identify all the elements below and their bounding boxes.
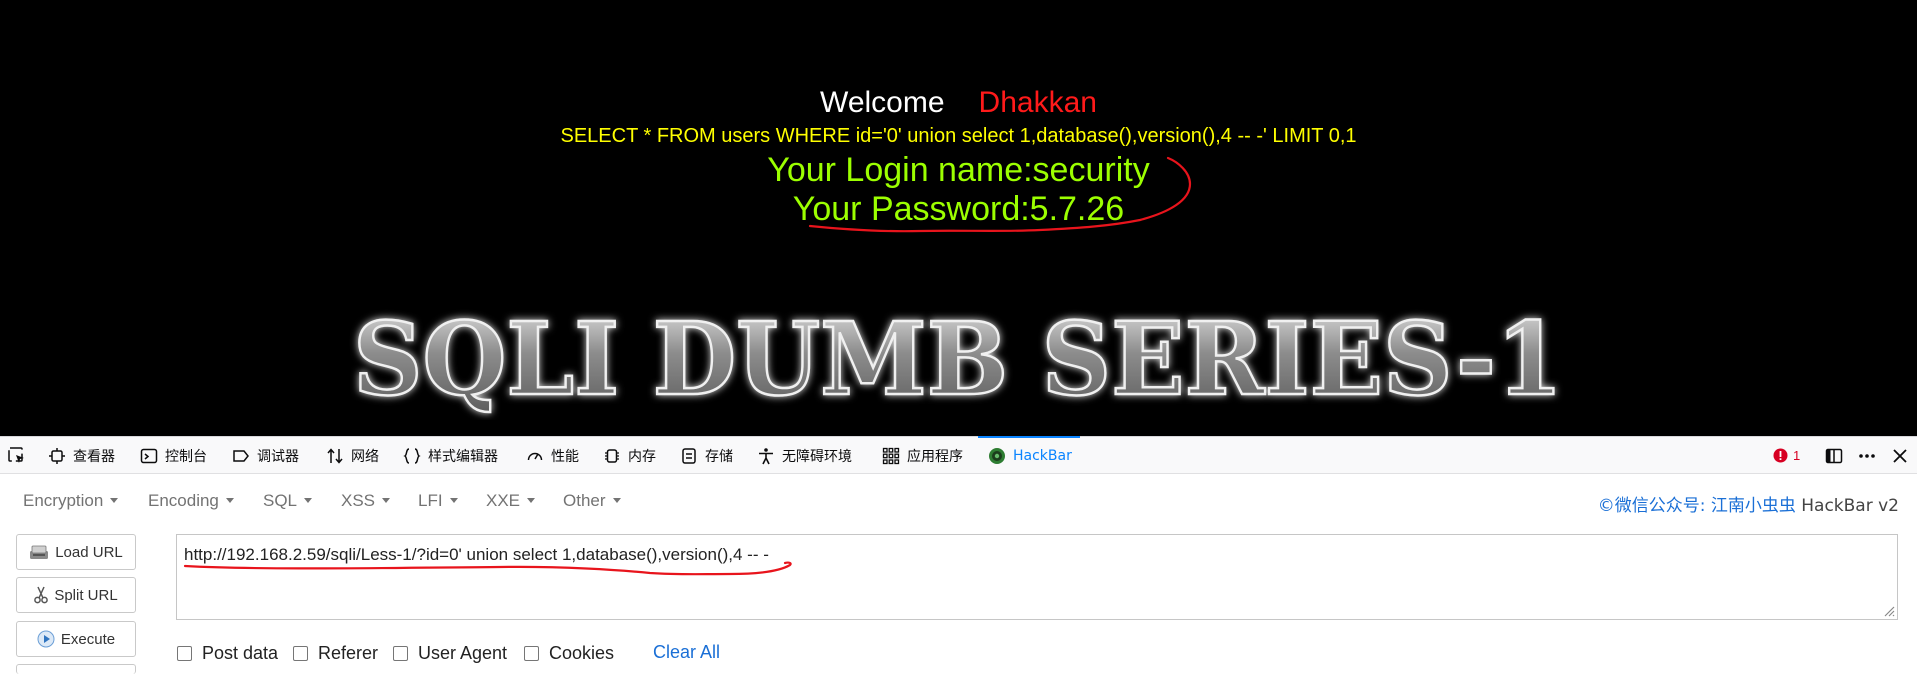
tab-hackbar[interactable]: HackBar: [978, 436, 1080, 474]
more-options-icon[interactable]: [1857, 437, 1877, 474]
tab-inspector[interactable]: 查看器: [48, 437, 115, 474]
referer-checkbox[interactable]: Referer: [293, 643, 378, 664]
chevron-down-icon: [110, 498, 119, 503]
tab-console[interactable]: 控制台: [140, 437, 207, 474]
tab-network[interactable]: 网络: [326, 437, 379, 474]
load-url-icon: [30, 545, 49, 559]
credit-link[interactable]: ©微信公众号: 江南小虫虫: [1598, 496, 1796, 516]
tab-label: 存储: [705, 448, 733, 465]
network-icon: [327, 447, 343, 464]
error-count-badge[interactable]: 1: [1773, 437, 1800, 474]
split-url-button[interactable]: Split URL: [16, 577, 136, 613]
checkbox-box[interactable]: [177, 646, 192, 661]
inspector-icon: [49, 447, 65, 464]
error-icon: [1773, 448, 1788, 463]
tab-label: 性能: [551, 448, 579, 465]
tab-label: 样式编辑器: [428, 448, 498, 465]
memory-icon: [605, 448, 619, 463]
accessibility-icon: [759, 447, 773, 464]
console-icon: [140, 448, 158, 463]
dock-side-icon[interactable]: [1824, 437, 1844, 474]
hackbar-version: HackBar v2: [1795, 496, 1899, 516]
devtools-toolbar: 查看器 控制台 调试器 网络 样式编辑器 性能 内存 存储 无障碍环境 应用程序…: [0, 436, 1917, 474]
sqli-lab-page: Welcome Dhakkan SELECT * FROM users WHERE…: [0, 0, 1917, 436]
hackbar-credit: ©微信公众号: 江南小虫虫 HackBar v2: [1598, 491, 1899, 516]
menu-sql[interactable]: SQL: [263, 491, 313, 511]
tab-performance[interactable]: 性能: [526, 437, 579, 474]
menu-other[interactable]: Other: [563, 491, 621, 511]
tab-label: 无障碍环境: [782, 448, 852, 465]
play-icon: [37, 630, 55, 648]
tab-accessibility[interactable]: 无障碍环境: [757, 437, 852, 474]
tab-label: 查看器: [73, 448, 115, 465]
tab-label: 网络: [351, 448, 379, 465]
style-editor-icon: [403, 447, 421, 464]
hackbar-panel: Load URL Split URL Execute http://192.16…: [0, 526, 1917, 674]
close-devtools-icon[interactable]: [1891, 437, 1909, 474]
sqli-dumb-series-banner: SQLI DUMB SERIES-1: [352, 300, 1565, 419]
next-button-partial[interactable]: [16, 664, 136, 674]
post-data-checkbox[interactable]: Post data: [177, 643, 278, 664]
chevron-down-icon: [527, 498, 536, 503]
banner-text: SQLI DUMB SERIES-1: [353, 300, 1563, 418]
checkbox-box[interactable]: [524, 646, 539, 661]
tab-memory[interactable]: 内存: [603, 437, 656, 474]
tab-debugger[interactable]: 调试器: [232, 437, 299, 474]
chevron-down-icon: [304, 498, 313, 503]
chevron-down-icon: [449, 498, 458, 503]
element-picker-icon[interactable]: [7, 437, 27, 474]
sql-query-text: SELECT * FROM users WHERE id='0' union s…: [560, 125, 1357, 147]
debugger-icon: [233, 449, 249, 462]
load-url-button[interactable]: Load URL: [16, 534, 136, 570]
chevron-down-icon: [225, 498, 234, 503]
checkbox-box[interactable]: [393, 646, 408, 661]
url-text: http://192.168.2.59/sqli/Less-1/?id=0' u…: [184, 545, 769, 564]
checkbox-box[interactable]: [293, 646, 308, 661]
welcome-label: Welcome: [820, 86, 945, 119]
hackbar-icon: [989, 447, 1005, 464]
execute-button[interactable]: Execute: [16, 621, 136, 657]
cookies-checkbox[interactable]: Cookies: [524, 643, 614, 664]
menu-encoding[interactable]: Encoding: [148, 491, 234, 511]
resize-handle-icon[interactable]: [1883, 605, 1895, 617]
chevron-down-icon: [612, 498, 621, 503]
hackbar-menu-bar: Encryption Encoding SQL XSS LFI XXE Othe…: [0, 474, 1917, 526]
menu-xxe[interactable]: XXE: [486, 491, 536, 511]
url-textarea[interactable]: http://192.168.2.59/sqli/Less-1/?id=0' u…: [176, 534, 1898, 620]
tab-label: 应用程序: [907, 448, 963, 465]
scissors-icon: [34, 586, 49, 604]
tab-style-editor[interactable]: 样式编辑器: [403, 437, 498, 474]
clear-all-link[interactable]: Clear All: [653, 642, 720, 663]
tab-label: 内存: [628, 448, 656, 465]
tab-storage[interactable]: 存储: [680, 437, 733, 474]
tab-label: HackBar: [1013, 447, 1072, 464]
menu-xss[interactable]: XSS: [341, 491, 391, 511]
chevron-down-icon: [382, 498, 391, 503]
menu-lfi[interactable]: LFI: [418, 491, 458, 511]
welcome-line: Welcome Dhakkan: [0, 86, 1917, 120]
application-icon: [882, 447, 900, 464]
error-count: 1: [1793, 448, 1801, 463]
tab-label: 调试器: [257, 448, 299, 465]
tab-label: 控制台: [165, 448, 207, 465]
username: Dhakkan: [978, 86, 1097, 119]
user-agent-checkbox[interactable]: User Agent: [393, 643, 507, 664]
performance-icon: [527, 452, 543, 460]
menu-encryption[interactable]: Encryption: [23, 491, 119, 511]
tab-application[interactable]: 应用程序: [882, 437, 963, 474]
login-name-result: Your Login name:security: [767, 151, 1150, 189]
storage-icon: [682, 447, 696, 464]
password-result: Your Password:5.7.26: [792, 190, 1125, 228]
